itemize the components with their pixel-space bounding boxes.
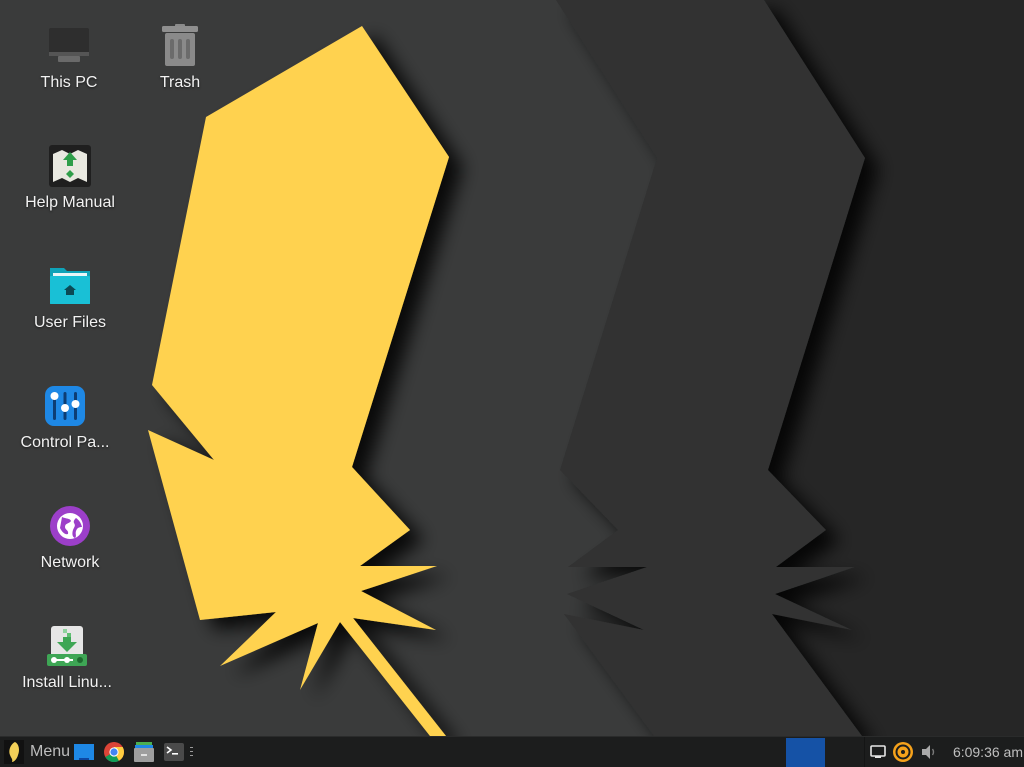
file-cabinet-icon: [134, 742, 154, 762]
desktop-icon-label: Help Manual: [25, 194, 115, 211]
workspace-1-active[interactable]: [786, 738, 825, 767]
taskbar-separator-handle[interactable]: [189, 737, 195, 767]
desktop-icon-this-pc[interactable]: This PC: [14, 24, 124, 92]
desktop-icon-label: Control Pa...: [20, 434, 110, 451]
launcher-show-desktop[interactable]: [72, 737, 96, 767]
install-download-icon: [47, 626, 87, 666]
desktop-icon-label: Network: [40, 554, 100, 571]
desktop-icon-install-linux[interactable]: Install Linu...: [12, 624, 122, 692]
desktop-icon-help-manual[interactable]: Help Manual: [15, 144, 125, 212]
home-folder-icon: [50, 268, 90, 304]
tray-volume[interactable]: [920, 737, 938, 767]
control-panel-sliders-icon: [45, 386, 85, 426]
desktop: This PC Trash Help Manual User Files Con…: [0, 0, 1024, 736]
wallpaper: [0, 0, 1024, 736]
desktop-icon-user-files[interactable]: User Files: [15, 264, 125, 332]
network-globe-icon: [50, 506, 90, 546]
volume-icon: [922, 745, 935, 759]
launcher-terminal[interactable]: [162, 737, 186, 767]
desktop-icon-control-panel[interactable]: Control Pa...: [10, 384, 120, 452]
desktop-icon-label: This PC: [40, 74, 98, 91]
workspace-2[interactable]: [826, 738, 864, 767]
desktop-icon-trash[interactable]: Trash: [125, 24, 235, 92]
menu-button[interactable]: Menu: [0, 737, 70, 767]
tray-separator: [864, 737, 865, 767]
clock[interactable]: 6:09:36 am: [953, 737, 1023, 767]
menu-logo-icon: [4, 740, 24, 764]
drag-handle-icon: [190, 747, 193, 756]
terminal-icon: [164, 743, 184, 761]
desktop-icon-label: Install Linu...: [22, 674, 112, 691]
tray-sync[interactable]: [892, 737, 914, 767]
sync-icon: [893, 742, 913, 762]
desktop-icon-network[interactable]: Network: [15, 504, 125, 572]
tray-display[interactable]: [869, 737, 887, 767]
taskbar: Menu 6:09:36 am: [0, 736, 1024, 767]
help-manual-map-icon: [49, 145, 91, 187]
display-icon: [870, 745, 886, 758]
desktop-icon-label: Trash: [159, 74, 201, 91]
desktop-icon: [74, 744, 94, 760]
computer-monitor-icon: [49, 28, 89, 62]
launcher-file-manager[interactable]: [132, 737, 156, 767]
menu-label: Menu: [30, 743, 71, 760]
trash-icon: [162, 24, 198, 66]
chrome-icon: [104, 742, 125, 763]
desktop-icon-label: User Files: [33, 314, 106, 331]
launcher-chrome[interactable]: [102, 737, 126, 767]
